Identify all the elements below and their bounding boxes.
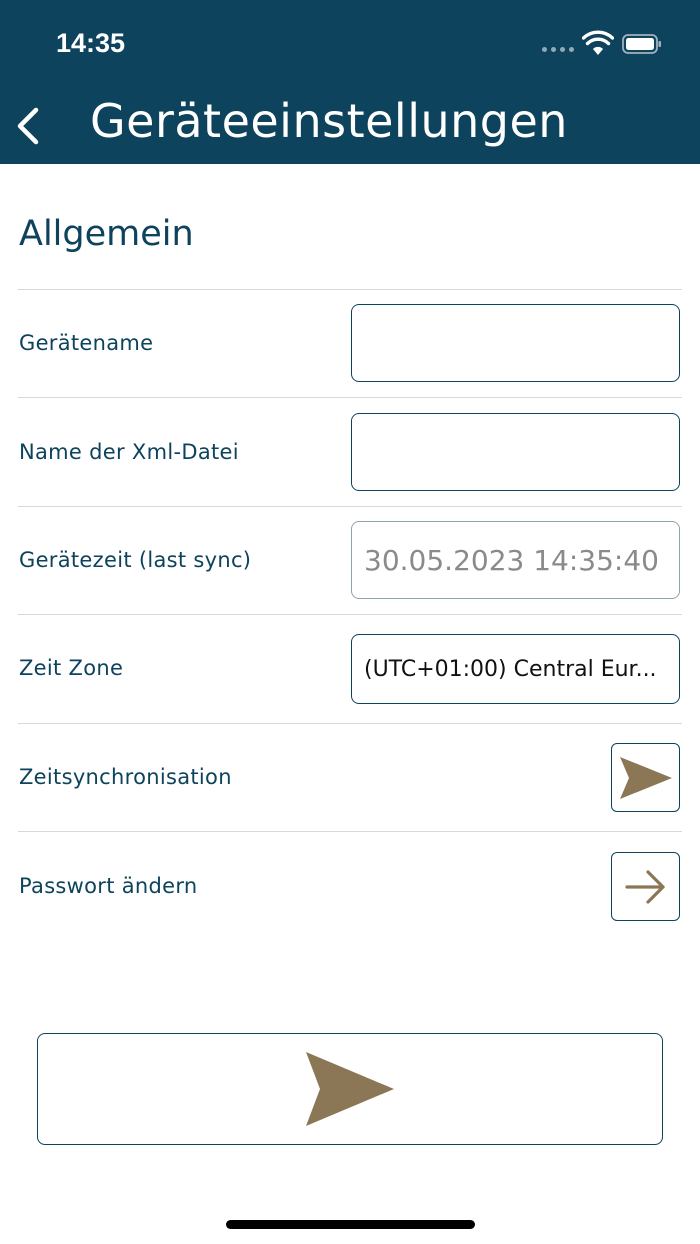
time-zone-value: (UTC+01:00) Central Eur... — [364, 656, 657, 682]
device-settings-screen: 14:35 Geräteeinstellungen Allgemein Gerä… — [0, 0, 700, 1244]
send-icon — [619, 756, 672, 799]
cellular-signal-icon — [542, 47, 576, 55]
device-name-label: Gerätename — [19, 331, 154, 355]
time-zone-select[interactable]: (UTC+01:00) Central Eur... — [351, 634, 680, 704]
device-name-input[interactable] — [351, 304, 680, 382]
divider — [18, 289, 682, 290]
battery-icon — [622, 34, 661, 54]
device-time-label: Gerätezeit (last sync) — [19, 548, 252, 572]
time-sync-label: Zeitsynchronisation — [19, 765, 232, 789]
device-time-value: 30.05.2023 14:35:40 — [364, 543, 659, 577]
time-zone-label: Zeit Zone — [19, 656, 124, 680]
divider — [18, 397, 682, 398]
xml-file-name-input[interactable] — [351, 413, 680, 491]
send-icon — [306, 1052, 394, 1126]
section-title: Allgemein — [19, 214, 194, 254]
device-time-field: 30.05.2023 14:35:40 — [351, 521, 680, 599]
divider — [18, 831, 682, 832]
divider — [18, 506, 682, 507]
change-password-label: Passwort ändern — [19, 874, 198, 898]
xml-file-label: Name der Xml-Datei — [19, 440, 239, 464]
submit-button[interactable] — [37, 1033, 663, 1145]
wifi-icon — [582, 30, 614, 55]
change-password-button[interactable] — [611, 852, 680, 921]
back-button[interactable] — [10, 104, 50, 148]
time-sync-button[interactable] — [611, 743, 680, 812]
chevron-left-icon — [17, 107, 39, 145]
divider — [18, 723, 682, 724]
header-bar: 14:35 Geräteeinstellungen — [0, 0, 700, 164]
home-indicator — [226, 1220, 475, 1229]
page-title: Geräteeinstellungen — [90, 94, 568, 148]
status-time: 14:35 — [56, 28, 126, 58]
arrow-right-icon — [624, 869, 665, 904]
divider — [18, 614, 682, 615]
